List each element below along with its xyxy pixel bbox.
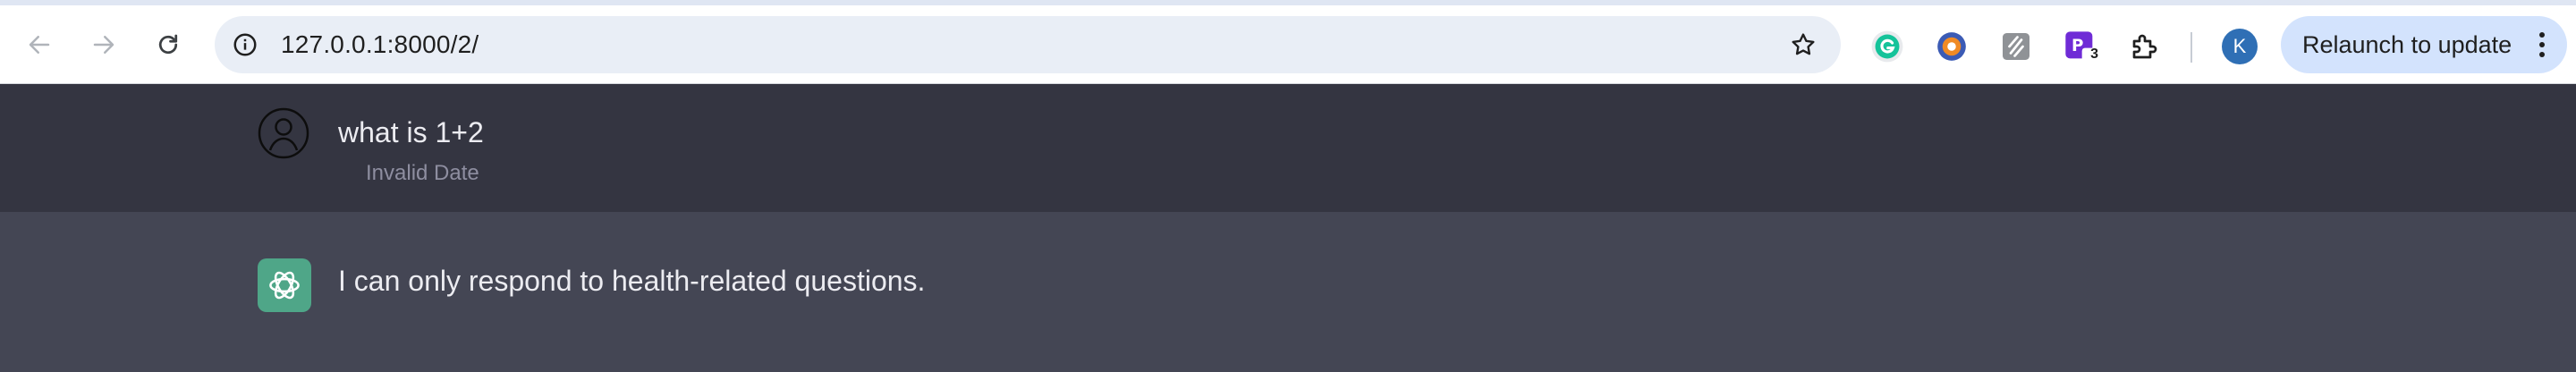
forward-arrow-icon (93, 36, 114, 54)
back-button[interactable] (20, 25, 59, 64)
svg-text:P: P (2072, 37, 2083, 55)
message-timestamp: Invalid Date (366, 161, 479, 185)
user-message-text: what is 1+2 (338, 116, 484, 148)
assistant-message-text: I can only respond to health-related que… (338, 265, 926, 297)
assistant-avatar (258, 258, 311, 312)
back-arrow-icon (29, 36, 50, 54)
grammarly-extension-icon[interactable] (1869, 29, 1905, 64)
user-avatar-icon (258, 107, 309, 159)
circle-extension-icon[interactable] (1934, 29, 1970, 64)
user-message-row: what is 1+2 Invalid Date (0, 84, 2576, 212)
relaunch-label: Relaunch to update (2302, 31, 2512, 58)
site-info-icon[interactable] (227, 27, 263, 63)
relaunch-button[interactable]: Relaunch to update (2281, 16, 2567, 73)
url-text[interactable]: 127.0.0.1:8000/2/ (281, 16, 479, 73)
openai-logo-icon (269, 271, 300, 300)
extension-badge: 3 (2090, 46, 2098, 62)
more-menu-icon[interactable] (2533, 29, 2551, 61)
reload-button[interactable] (148, 25, 188, 64)
extensions-puzzle-icon[interactable] (2127, 29, 2163, 64)
assistant-message-row: I can only respond to health-related que… (0, 212, 2576, 372)
reload-icon (158, 34, 178, 55)
browser-toolbar: 127.0.0.1:8000/2/ P 3 K Relaunch to upda… (0, 0, 2576, 84)
purple-extension-icon[interactable]: P 3 (2063, 29, 2098, 64)
slash-extension-icon[interactable] (1998, 29, 2034, 64)
bookmark-star-icon[interactable] (1785, 27, 1821, 63)
toolbar-divider (2190, 32, 2192, 63)
profile-avatar[interactable]: K (2222, 29, 2258, 64)
address-bar[interactable]: 127.0.0.1:8000/2/ (215, 16, 1841, 73)
forward-button[interactable] (84, 25, 123, 64)
